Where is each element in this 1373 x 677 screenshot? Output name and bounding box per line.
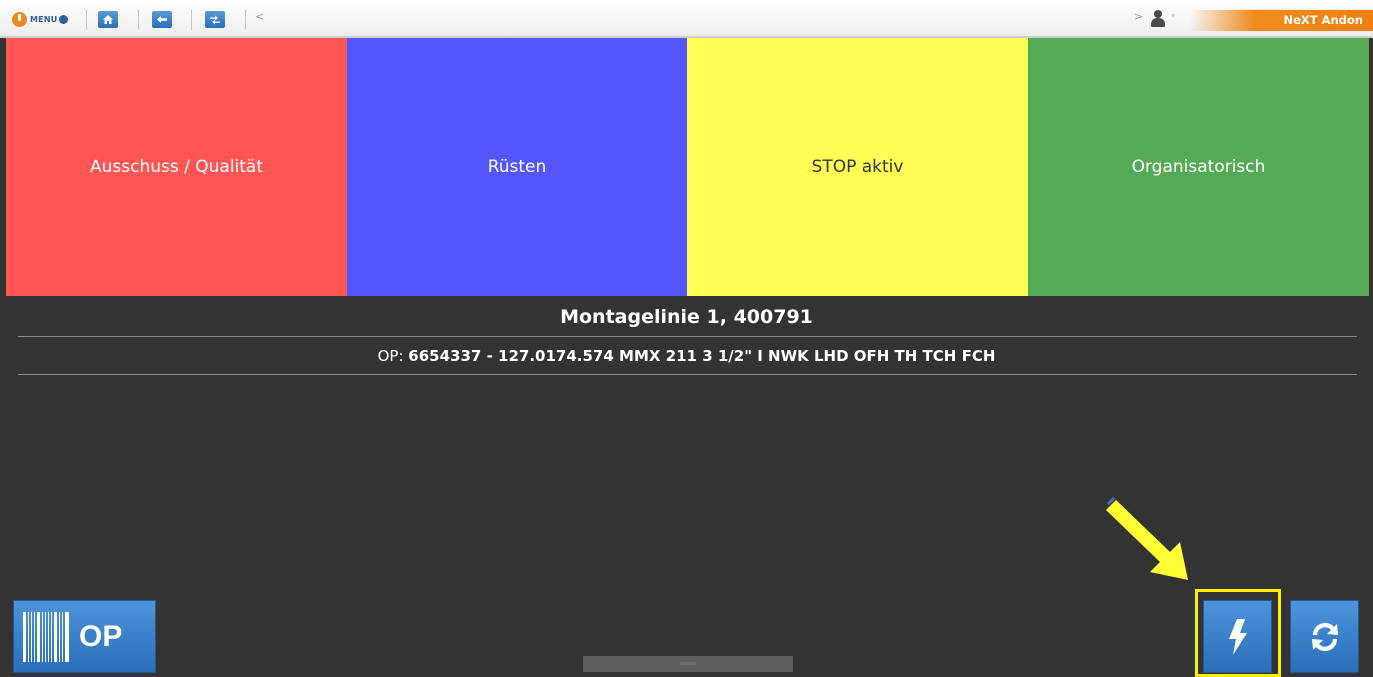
refresh-icon: [1311, 622, 1338, 651]
toolbar-separator: [86, 10, 87, 30]
op-label: OP:: [377, 347, 409, 365]
top-toolbar: MENU < > ° NeXT Andon: [0, 0, 1373, 38]
menu-button[interactable]: MENU: [12, 11, 69, 27]
swap-button[interactable]: [205, 11, 225, 28]
tile-label: STOP aktiv: [811, 157, 904, 177]
home-icon: [103, 15, 113, 24]
swap-icon: [210, 15, 220, 25]
home-button[interactable]: [98, 11, 118, 28]
brand-label: NeXT Andon: [1190, 10, 1373, 31]
andon-screen: MENU < > ° NeXT Andon Ausschuss / Qualit…: [0, 0, 1373, 677]
chevron-right-icon[interactable]: >: [1134, 10, 1143, 23]
op-scan-button[interactable]: OP: [13, 600, 156, 673]
toolbar-separator: [245, 10, 246, 30]
refresh-button[interactable]: [1290, 600, 1359, 673]
tile-stop-aktiv[interactable]: STOP aktiv: [687, 38, 1028, 296]
user-status-indicator: °: [1171, 13, 1175, 22]
back-arrow-icon: [157, 16, 167, 23]
op-button-label: OP: [79, 619, 123, 653]
operation-info: OP: 6654337 - 127.0174.574 MMX 211 3 1/2…: [0, 347, 1373, 365]
production-line-title: Montagelinie 1, 400791: [560, 306, 813, 328]
user-icon[interactable]: [1151, 10, 1165, 28]
op-value: 6654337 - 127.0174.574 MMX 211 3 1/2" I …: [408, 347, 996, 365]
divider: [18, 336, 1357, 337]
toolbar-separator: [138, 10, 139, 30]
tile-label: Organisatorisch: [1131, 157, 1266, 177]
scroll-handle[interactable]: [583, 656, 793, 672]
menu-dropdown-icon: [59, 14, 69, 24]
menu-label: MENU: [30, 14, 58, 24]
annotation-arrow-icon: [1106, 496, 1188, 580]
tile-ausschuss-qualitaet[interactable]: Ausschuss / Qualität: [6, 38, 347, 296]
chevron-left-icon[interactable]: <: [255, 10, 264, 23]
back-button[interactable]: [152, 11, 172, 28]
tile-label: Ausschuss / Qualität: [89, 157, 264, 177]
status-switch-button[interactable]: [1203, 600, 1272, 673]
toolbar-separator: [191, 10, 192, 30]
tile-ruesten[interactable]: Rüsten: [347, 38, 687, 296]
tile-organisatorisch[interactable]: Organisatorisch: [1028, 38, 1369, 296]
lightning-icon: [1228, 618, 1247, 655]
tile-label: Rüsten: [487, 157, 547, 177]
barcode-icon: [23, 611, 69, 662]
divider: [18, 374, 1357, 375]
power-icon: [12, 11, 27, 27]
